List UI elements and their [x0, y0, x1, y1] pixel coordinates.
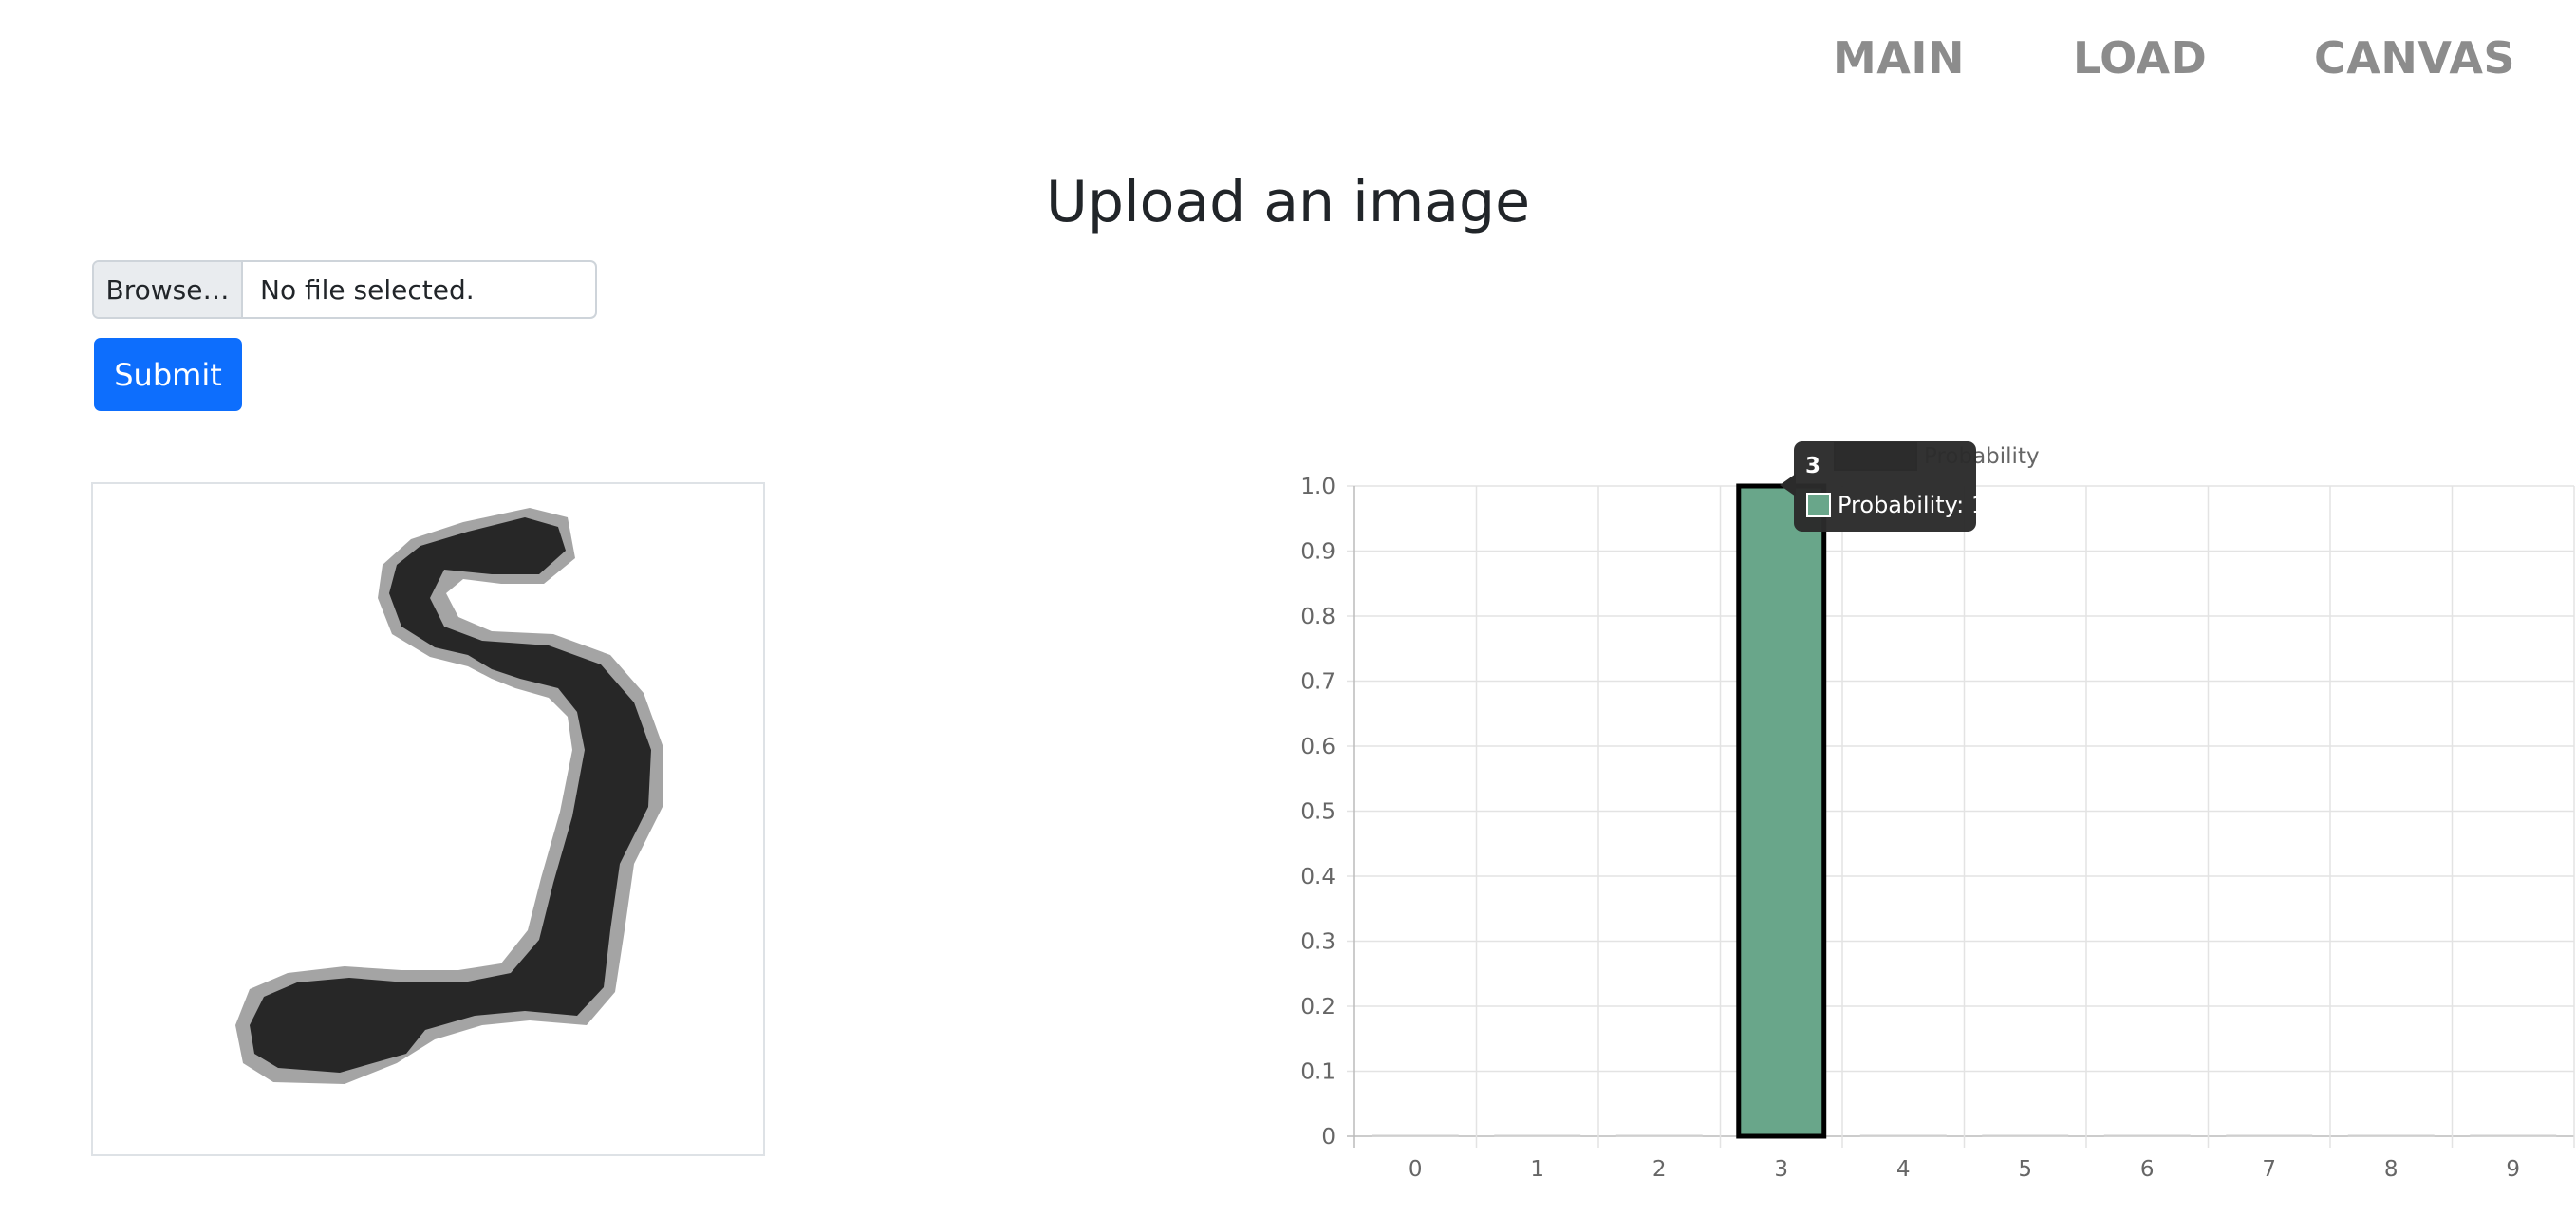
- nav-main-link[interactable]: MAIN: [1833, 32, 1965, 84]
- y-tick-label: 0.9: [1300, 540, 1335, 565]
- chart-grid: [1347, 485, 2575, 1148]
- tooltip-title: 3: [1805, 454, 1820, 478]
- nav-load-link[interactable]: LOAD: [2073, 32, 2207, 84]
- y-tick-label: 0.6: [1300, 735, 1335, 759]
- x-tick-label: 6: [2140, 1157, 2155, 1182]
- x-tick-label: 9: [2506, 1157, 2520, 1182]
- tooltip-label: Probability: 1: [1838, 492, 1986, 518]
- bar-7[interactable]: [2226, 1134, 2313, 1137]
- bar-8[interactable]: [2347, 1134, 2435, 1137]
- bar-4[interactable]: [1859, 1134, 1947, 1137]
- probability-bar-chart: 0 0.1 0.2 0.3 0.4 0.5 0.6 0.7 0.8 0.9 1.0 0 1 2 3 4 5 6 7…: [1300, 441, 2575, 1182]
- y-tick-label: 0.2: [1300, 995, 1335, 1020]
- bar-0[interactable]: [1372, 1134, 1459, 1137]
- y-tick-label: 0.7: [1300, 670, 1335, 695]
- handwritten-digit-image: [235, 508, 663, 1084]
- x-tick-label: 7: [2262, 1157, 2276, 1182]
- tooltip-swatch: [1806, 493, 1831, 517]
- y-tick-label: 0.3: [1300, 930, 1335, 955]
- submit-button[interactable]: Submit: [94, 338, 242, 411]
- uploaded-image-preview: [91, 482, 765, 1156]
- y-axis-ticks: 0 0.1 0.2 0.3 0.4 0.5 0.6 0.7 0.8 0.9 1.0: [1300, 475, 1335, 1150]
- bar-1[interactable]: [1494, 1134, 1581, 1137]
- x-tick-label: 4: [1896, 1157, 1911, 1182]
- y-tick-label: 0.4: [1300, 865, 1335, 889]
- file-input[interactable]: Browse… No file selected.: [92, 260, 597, 319]
- browse-button[interactable]: Browse…: [94, 262, 243, 317]
- chart-tooltip: 3 Probability: 1: [1780, 441, 1986, 532]
- x-tick-label: 5: [2018, 1157, 2032, 1182]
- x-tick-label: 2: [1652, 1157, 1667, 1182]
- x-tick-label: 8: [2384, 1157, 2399, 1182]
- x-axis-ticks: 0 1 2 3 4 5 6 7 8 9: [1409, 1157, 2520, 1182]
- file-status-text: No file selected.: [260, 273, 475, 306]
- bar-3[interactable]: [1736, 483, 1827, 1139]
- bar-6[interactable]: [2103, 1134, 2191, 1137]
- page-title: Upload an image: [1045, 169, 1531, 235]
- bar-9[interactable]: [2470, 1134, 2557, 1137]
- nav-canvas-link[interactable]: CANVAS: [2314, 32, 2515, 84]
- y-tick-label: 0.5: [1300, 800, 1335, 825]
- y-tick-label: 1.0: [1300, 475, 1335, 499]
- bar-5[interactable]: [1982, 1134, 2069, 1137]
- bar-2[interactable]: [1615, 1134, 1703, 1137]
- x-tick-label: 0: [1409, 1157, 1423, 1182]
- x-tick-label: 3: [1774, 1157, 1788, 1182]
- y-tick-label: 0.1: [1300, 1060, 1335, 1085]
- x-tick-label: 1: [1530, 1157, 1544, 1182]
- top-navbar: MAIN LOAD CANVAS: [0, 0, 2576, 123]
- y-tick-label: 0: [1321, 1125, 1335, 1150]
- y-tick-label: 0.8: [1300, 605, 1335, 629]
